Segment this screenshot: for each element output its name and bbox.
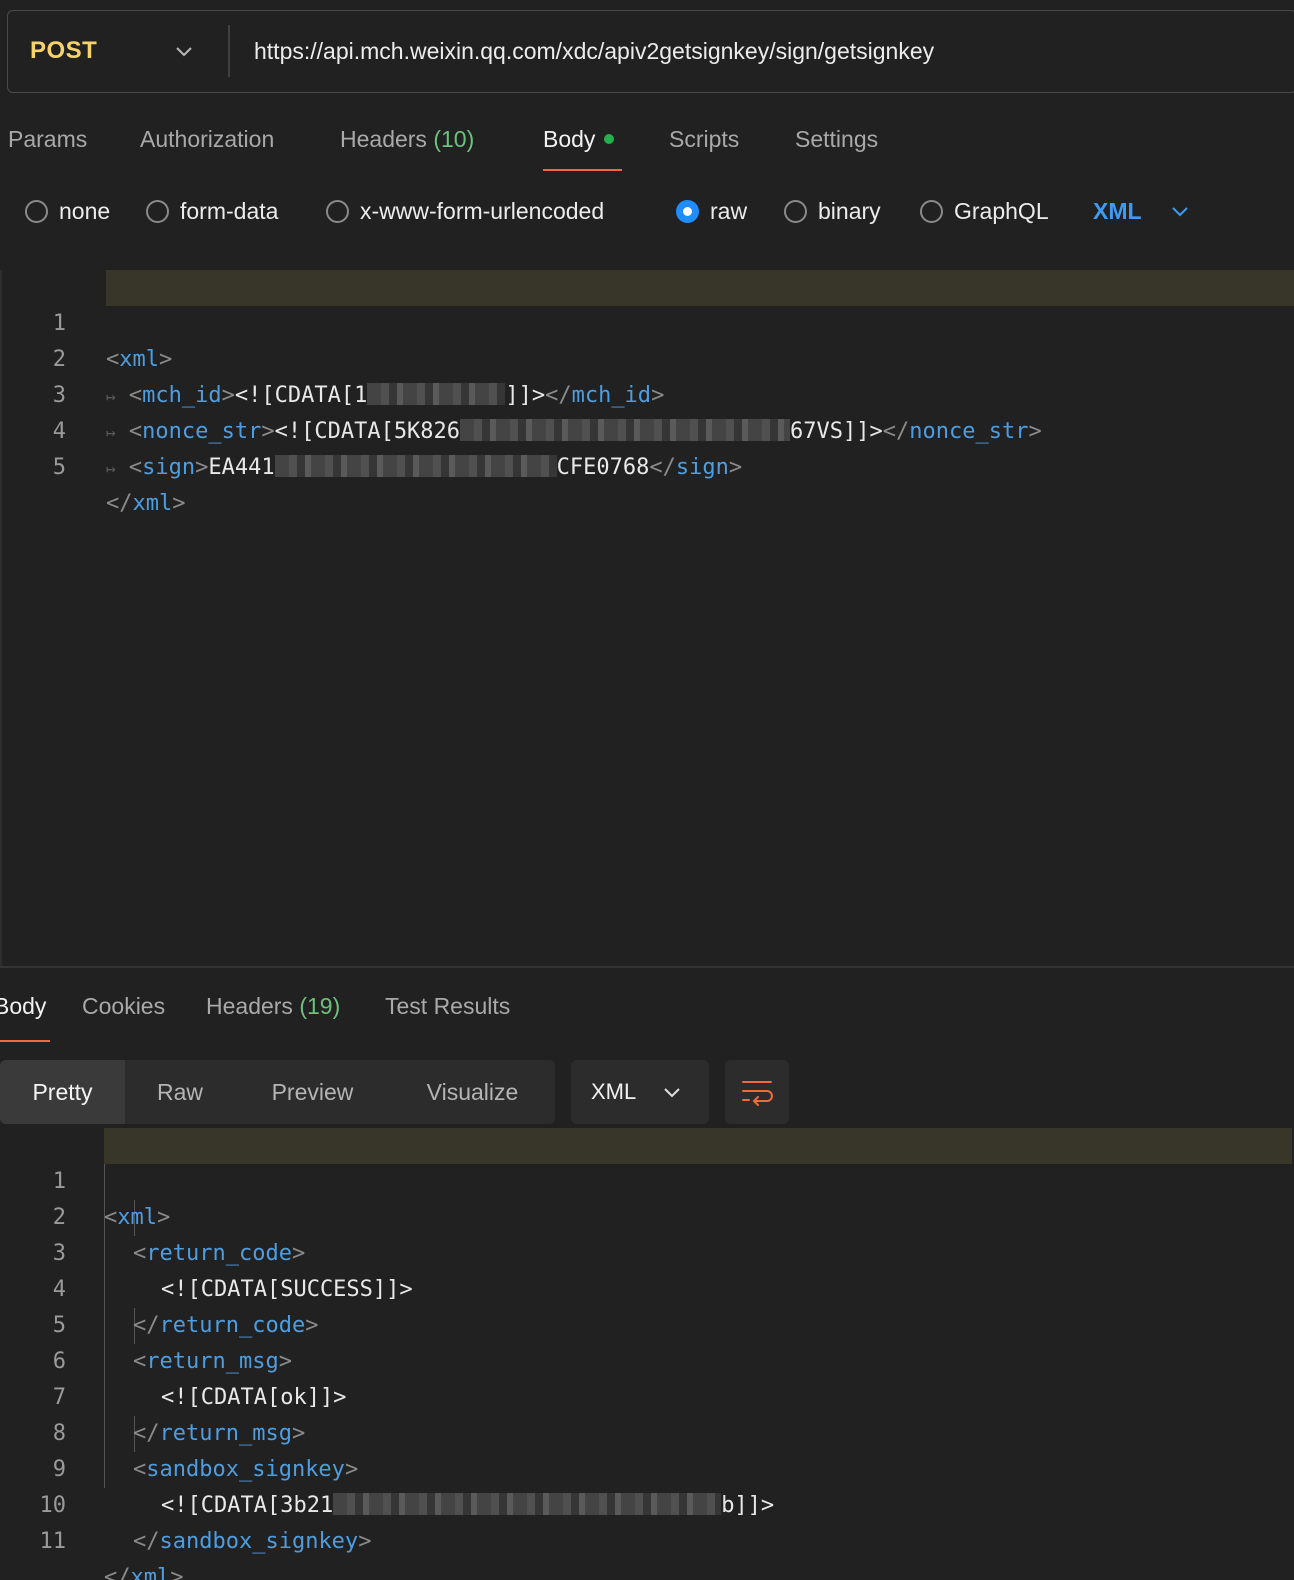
view-visualize-button[interactable]: Visualize: [390, 1060, 555, 1124]
radio-graphql[interactable]: GraphQL: [920, 186, 1049, 236]
code-text: </sandbox_signkey>: [133, 1529, 372, 1554]
code-line: 2 ↦ <mch_id><![CDATA[1]]></mch_id>: [0, 306, 1294, 408]
body-language-select[interactable]: XML: [1093, 186, 1190, 236]
code-line: 8 <sandbox_signkey>: [0, 1380, 1294, 1482]
active-tab-underline: [543, 169, 622, 171]
method-select[interactable]: POST: [30, 11, 97, 91]
radio-circle: [25, 199, 48, 223]
tab-authorization[interactable]: Authorization: [140, 110, 274, 170]
url-bar: POST https://api.mch.weixin.qq.com/xdc/a…: [7, 10, 1294, 93]
xml-tag: xml: [130, 1565, 171, 1580]
tab-label: Body: [543, 126, 596, 152]
sign-prefix: EA441: [208, 455, 275, 480]
radio-label: binary: [818, 197, 881, 224]
pane-divider[interactable]: [0, 966, 1294, 968]
radio-circle: [784, 199, 807, 223]
view-raw-button[interactable]: Raw: [125, 1060, 235, 1124]
request-body-editor[interactable]: 1 <xml> 2 ↦ <mch_id><![CDATA[1]]></mch_i…: [0, 270, 1294, 516]
radio-circle: [146, 199, 169, 223]
redacted-block: [274, 455, 557, 477]
code-text: ↦ <sign>EA441 CFE0768</sign>: [106, 455, 743, 480]
tab-label: Headers: [206, 993, 293, 1019]
tab-label: Headers: [340, 126, 427, 152]
line-number: 5: [52, 455, 66, 480]
xml-tag: sign: [142, 455, 196, 480]
url-input[interactable]: https://api.mch.weixin.qq.com/xdc/apiv2g…: [254, 11, 934, 91]
code-line: 9 <![CDATA[3b21 b]]>: [0, 1416, 1294, 1518]
line-number: 11: [39, 1529, 67, 1554]
code-text: </xml>: [104, 1560, 184, 1580]
request-tabs: Params Authorization Headers (10) Body S…: [0, 110, 1294, 174]
response-tabs: Body Cookies Headers (19) Test Results: [0, 986, 1294, 1042]
headers-count: (19): [299, 993, 341, 1019]
radio-label: none: [59, 197, 111, 224]
radio-form-data[interactable]: form-data: [146, 186, 278, 236]
radio-label: form-data: [180, 197, 279, 224]
xml-tag: sandbox_signkey: [159, 1529, 359, 1554]
tab-cookies[interactable]: Cookies: [82, 986, 165, 1026]
response-view-group: Pretty Raw Preview Visualize: [0, 1060, 555, 1124]
wrap-lines-icon: [742, 1081, 773, 1106]
tab-params[interactable]: Params: [8, 110, 87, 170]
code-line: 7 </return_msg>: [0, 1344, 1294, 1446]
radio-circle-selected: [676, 199, 699, 223]
radio-circle: [920, 199, 943, 223]
tab-scripts[interactable]: Scripts: [669, 110, 739, 170]
wrap-lines-button[interactable]: [725, 1060, 789, 1124]
code-line: 4 ↦ <sign>EA441 CFE0768</sign>: [0, 378, 1294, 480]
tab-test-results[interactable]: Test Results: [385, 986, 510, 1026]
radio-raw[interactable]: raw: [676, 186, 747, 236]
radio-binary[interactable]: binary: [784, 186, 881, 236]
divider: [228, 25, 230, 77]
view-pretty-button[interactable]: Pretty: [0, 1060, 125, 1124]
tab-headers[interactable]: Headers (10): [340, 110, 474, 170]
tab-body[interactable]: Body: [543, 110, 615, 170]
body-indicator-dot: [604, 133, 615, 144]
radio-none[interactable]: none: [25, 186, 110, 236]
tab-arrow-icon: ↦: [106, 459, 116, 478]
radio-label: GraphQL: [954, 197, 1049, 224]
language-label: XML: [1093, 197, 1142, 224]
xml-tag: sign: [675, 455, 729, 480]
chevron-down-icon: [664, 1088, 680, 1098]
response-body-viewer[interactable]: 1 <xml> 2 <return_code> 3 <![CDATA[SUCCE…: [0, 1128, 1294, 1580]
code-text: </xml>: [106, 491, 186, 516]
xml-tag: xml: [132, 491, 173, 516]
code-line: 1 <xml>: [0, 1128, 1294, 1230]
code-line: 1 <xml>: [0, 270, 1294, 372]
radio-x-www-form-urlencoded[interactable]: x-www-form-urlencoded: [326, 186, 604, 236]
code-line: 5 <return_msg>: [0, 1272, 1294, 1374]
code-line: 3 <![CDATA[SUCCESS]]>: [0, 1200, 1294, 1302]
radio-circle: [326, 199, 349, 223]
code-line: 11 </xml>: [0, 1488, 1294, 1580]
tab-settings[interactable]: Settings: [795, 110, 878, 170]
chevron-down-icon: [1171, 207, 1188, 217]
tab-response-body[interactable]: Body: [0, 986, 46, 1026]
code-line: 5 </xml>: [0, 414, 1294, 516]
response-format-select[interactable]: XML: [571, 1060, 709, 1124]
code-line: 10 </sandbox_signkey>: [0, 1452, 1294, 1554]
active-tab-underline: [0, 1040, 50, 1042]
code-line: 6 <![CDATA[ok]]>: [0, 1308, 1294, 1410]
code-line: 4 </return_code>: [0, 1236, 1294, 1338]
view-preview-button[interactable]: Preview: [235, 1060, 390, 1124]
headers-count: (10): [433, 126, 475, 152]
sign-suffix: CFE0768: [556, 455, 650, 480]
format-label: XML: [591, 1079, 637, 1104]
radio-label: raw: [710, 197, 748, 224]
tab-response-headers[interactable]: Headers (19): [206, 986, 340, 1026]
radio-label: x-www-form-urlencoded: [360, 197, 605, 224]
code-line: 3 ↦ <nonce_str><![CDATA[5K826 67VS]]></no…: [0, 342, 1294, 444]
code-line: 2 <return_code>: [0, 1164, 1294, 1266]
chevron-down-icon[interactable]: [174, 41, 194, 61]
